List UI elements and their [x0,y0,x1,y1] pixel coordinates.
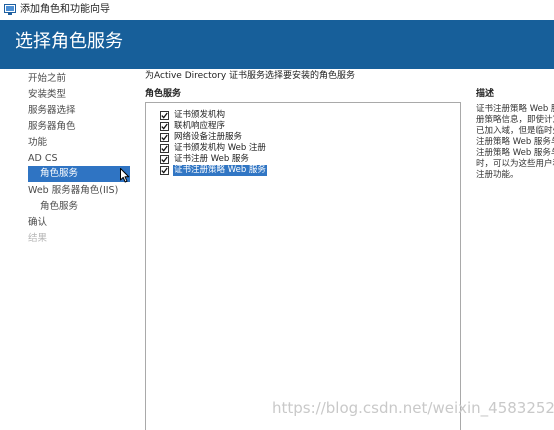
role-services-heading: 为Active Directory 证书服务选择要安装的角色服务 [145,71,356,81]
description-line: 册策略信息，即使计算 [476,115,554,125]
nav-item-ad-cs[interactable]: AD CS [28,151,58,166]
window-title: 添加角色和功能向导 [20,4,110,15]
nav-item-web-server-role[interactable]: Web 服务器角色(IIS) [28,183,118,198]
wizard-nav: 开始之前 安装类型 服务器选择 服务器角色 功能 AD CS 角色服务 Web … [0,69,132,429]
role-label: 联机响应程序 [174,121,226,131]
page-title: 选择角色服务 [15,31,123,52]
role-checkbox[interactable] [160,111,169,120]
mouse-cursor-icon [120,168,130,183]
role-checkbox[interactable] [160,144,169,153]
description-line: 证书注册策略 Web 服 [476,104,554,114]
nav-item-results: 结果 [28,233,48,244]
role-checkbox[interactable] [160,122,169,131]
role-checkbox[interactable] [160,155,169,164]
nav-item-web-role-services[interactable]: 角色服务 [40,199,78,214]
nav-item-features[interactable]: 功能 [28,135,47,150]
role-label-selected: 证书注册策略 Web 服务 [173,165,267,176]
role-services-list: 证书颁发机构 联机响应程序 网络设备注册服务 证书颁发机构 Web 注册 证书注… [145,102,461,430]
checkmark-icon [161,167,168,174]
role-label: 证书颁发机构 [174,110,226,120]
description-line: 注册功能。 [476,170,519,180]
nav-item-role-services[interactable]: 角色服务 [28,166,130,182]
description-line: 注册策略 Web 服务与 [476,148,554,158]
description-text: 证书注册策略 Web 服 册策略信息，即使计算 已加入域，但是临时处 注册策略 … [476,104,554,181]
title-bar: 添加角色和功能向导 [0,0,554,20]
checkmark-icon [161,112,168,119]
checkmark-icon [161,145,168,152]
nav-item-installation-type[interactable]: 安装类型 [28,87,66,102]
description-line: 注册策略 Web 服务与 [476,137,554,147]
server-manager-icon [4,4,16,15]
role-checkbox[interactable] [160,166,169,175]
checkmark-icon [161,123,168,130]
nav-item-server-selection[interactable]: 服务器选择 [28,103,76,118]
role-label: 网络设备注册服务 [174,132,243,142]
page-header: 选择角色服务 [0,20,554,69]
nav-item-before-you-begin[interactable]: 开始之前 [28,71,66,86]
description-line: 时，可以为这些用户和 [476,159,554,169]
role-label: 证书注册 Web 服务 [174,154,249,164]
role-checkbox[interactable] [160,133,169,142]
description-line: 已加入域，但是临时处 [476,126,554,136]
role-services-label: 角色服务 [145,89,182,99]
nav-item-confirmation[interactable]: 确认 [28,215,47,230]
role-label: 证书颁发机构 Web 注册 [174,143,266,153]
watermark: https://blog.csdn.net/weixin_45832527 [272,399,554,417]
checkmark-icon [161,156,168,163]
nav-item-server-roles[interactable]: 服务器角色 [28,119,76,134]
description-label: 描述 [476,89,495,99]
checkmark-icon [161,134,168,141]
